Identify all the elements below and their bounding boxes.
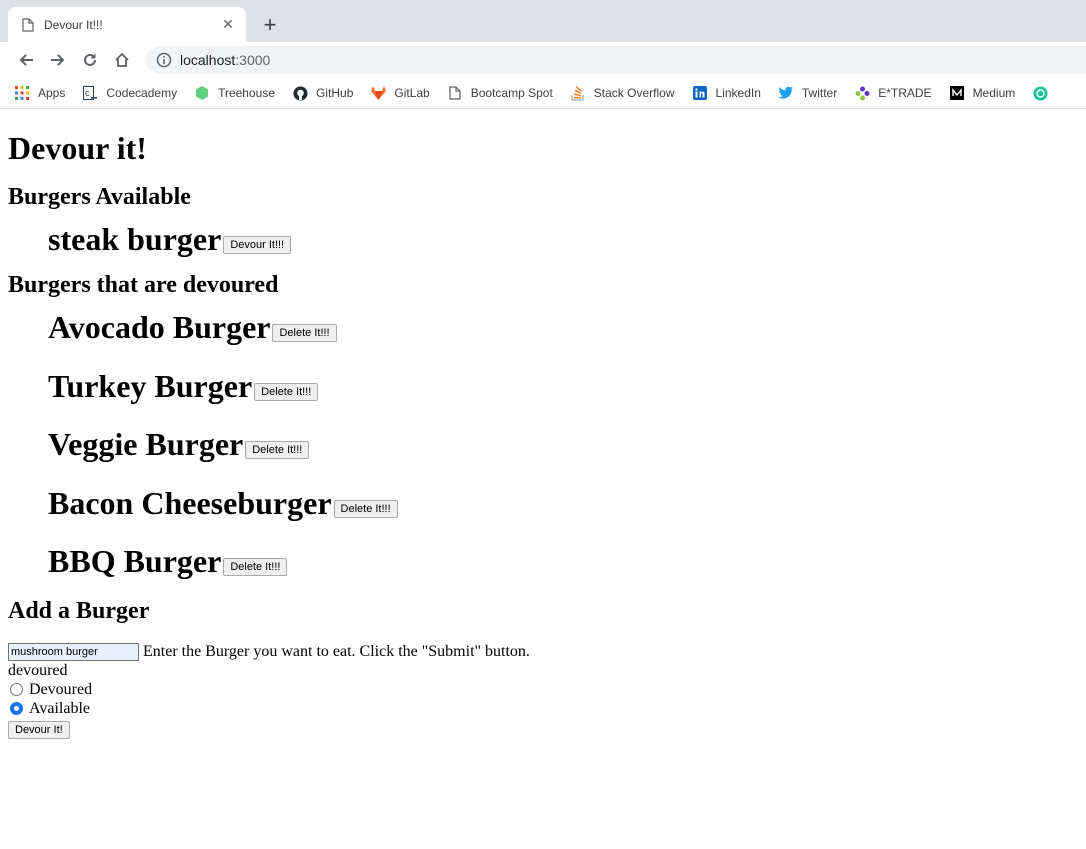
submit-button[interactable]: Devour It! — [8, 721, 70, 740]
burger-name: Avocado Burger — [48, 309, 271, 345]
github-icon — [292, 85, 308, 101]
tab-strip: Devour It!!! ✕ + — [0, 0, 1086, 42]
bookmark-codecademy[interactable]: c Codecademy — [82, 85, 177, 101]
burger-name: Turkey Burger — [48, 368, 253, 404]
reload-button[interactable] — [74, 46, 106, 74]
bookmark-linkedin[interactable]: LinkedIn — [692, 85, 761, 101]
codecademy-icon: c — [82, 85, 98, 101]
burger-name: BBQ Burger — [48, 543, 222, 579]
burger-name: steak burger — [48, 221, 222, 257]
forward-button[interactable] — [42, 46, 74, 74]
delete-button[interactable]: Delete It!!! — [223, 558, 288, 576]
bookmark-gitlab[interactable]: GitLab — [370, 85, 430, 101]
bookmark-label: Stack Overflow — [593, 86, 675, 100]
bookmark-label: E*TRADE — [878, 86, 932, 100]
reload-icon — [84, 53, 96, 66]
close-tab-icon[interactable]: ✕ — [220, 16, 236, 33]
list-item: steak burger Devour It!!! — [48, 221, 1078, 258]
available-list: steak burger Devour It!!! — [8, 221, 1078, 258]
burger-input-row: Enter the Burger you want to eat. Click … — [8, 643, 1078, 662]
tab-title: Devour It!!! — [44, 17, 103, 32]
delete-button[interactable]: Delete It!!! — [245, 441, 310, 459]
burger-name: Veggie Burger — [48, 426, 244, 462]
bookmark-label: Treehouse — [218, 86, 276, 100]
back-arrow-icon — [19, 54, 33, 66]
apps-grid-icon — [14, 85, 30, 101]
list-item: Turkey Burger Delete It!!! — [48, 368, 1078, 405]
address-bar[interactable]: localhost:3000 — [146, 46, 1086, 74]
bookmarks-bar: Apps c Codecademy Treehouse GitHub GitLa… — [0, 78, 1086, 109]
bookmark-label: Codecademy — [106, 86, 178, 100]
devoured-heading: Burgers that are devoured — [8, 272, 279, 298]
available-heading: Burgers Available — [8, 184, 191, 210]
form-instructions: Enter the Burger you want to eat. Click … — [143, 643, 530, 660]
bookmark-bootcamp-spot[interactable]: Bootcamp Spot — [447, 85, 553, 101]
bookmark-label: Medium — [972, 86, 1016, 100]
page-title: Devour it! — [8, 130, 147, 166]
etrade-icon — [854, 85, 870, 101]
bookmark-label: GitHub — [316, 86, 354, 100]
bookmark-apps[interactable]: Apps — [14, 85, 65, 101]
bookmark-stack-overflow[interactable]: Stack Overflow — [570, 85, 675, 101]
info-icon[interactable] — [156, 52, 172, 68]
devour-button[interactable]: Devour It!!! — [223, 236, 292, 254]
burger-name-input[interactable] — [8, 643, 139, 662]
radio-available[interactable] — [10, 702, 23, 716]
bookmark-label: Bootcamp Spot — [470, 86, 553, 100]
bookmark-twitter[interactable]: Twitter — [778, 85, 837, 101]
stackoverflow-icon — [570, 85, 586, 101]
linkedin-icon — [692, 85, 708, 101]
bookmark-github[interactable]: GitHub — [292, 85, 353, 101]
url-port: :3000 — [235, 52, 271, 68]
browser-toolbar: localhost:3000 — [0, 42, 1086, 78]
home-icon — [115, 52, 129, 67]
bookmark-etrade[interactable]: E*TRADE — [854, 85, 932, 101]
page-icon — [22, 17, 34, 32]
bookmark-treehouse[interactable]: Treehouse — [194, 85, 275, 101]
back-button[interactable] — [10, 46, 42, 74]
radio-devoured[interactable] — [10, 683, 23, 697]
radio-label: Devoured — [29, 680, 93, 698]
delete-button[interactable]: Delete It!!! — [333, 500, 398, 518]
bookmark-label: GitLab — [394, 86, 430, 100]
radio-devoured-row[interactable]: Devoured — [8, 680, 1078, 699]
page-icon — [447, 85, 463, 101]
medium-icon — [949, 85, 965, 101]
list-item: Veggie Burger Delete It!!! — [48, 426, 1078, 463]
home-button[interactable] — [106, 46, 138, 74]
list-item: Avocado Burger Delete It!!! — [48, 309, 1078, 346]
list-item: Bacon Cheeseburger Delete It!!! — [48, 485, 1078, 522]
bookmark-label: Apps — [38, 86, 66, 100]
gitlab-icon — [370, 85, 386, 101]
radio-label: Available — [29, 699, 91, 717]
browser-tab[interactable]: Devour It!!! ✕ — [8, 7, 246, 42]
bookmark-medium[interactable]: Medium — [949, 85, 1016, 101]
delete-button[interactable]: Delete It!!! — [272, 324, 337, 342]
bookmark-label: Twitter — [801, 86, 838, 100]
add-burger-form: Enter the Burger you want to eat. Click … — [8, 643, 1078, 743]
bookmark-overflow[interactable] — [1032, 85, 1056, 101]
forward-arrow-icon — [51, 54, 65, 66]
radio-available-row[interactable]: Available — [8, 699, 1078, 718]
grammarly-icon — [1032, 85, 1048, 101]
url-host: localhost — [180, 52, 236, 68]
radio-group-label: devoured — [8, 662, 68, 680]
devoured-list: Avocado Burger Delete It!!! Turkey Burge… — [8, 309, 1078, 580]
bookmark-label: LinkedIn — [715, 86, 761, 100]
treehouse-icon — [194, 85, 210, 101]
page-content: Devour it! Burgers Available steak burge… — [0, 130, 1086, 743]
add-burger-heading: Add a Burger — [8, 598, 150, 624]
new-tab-button[interactable]: + — [258, 12, 282, 37]
list-item: BBQ Burger Delete It!!! — [48, 543, 1078, 580]
burger-name: Bacon Cheeseburger — [48, 485, 332, 521]
twitter-icon — [778, 85, 794, 101]
svg-text:c: c — [85, 88, 90, 98]
delete-button[interactable]: Delete It!!! — [254, 383, 319, 401]
